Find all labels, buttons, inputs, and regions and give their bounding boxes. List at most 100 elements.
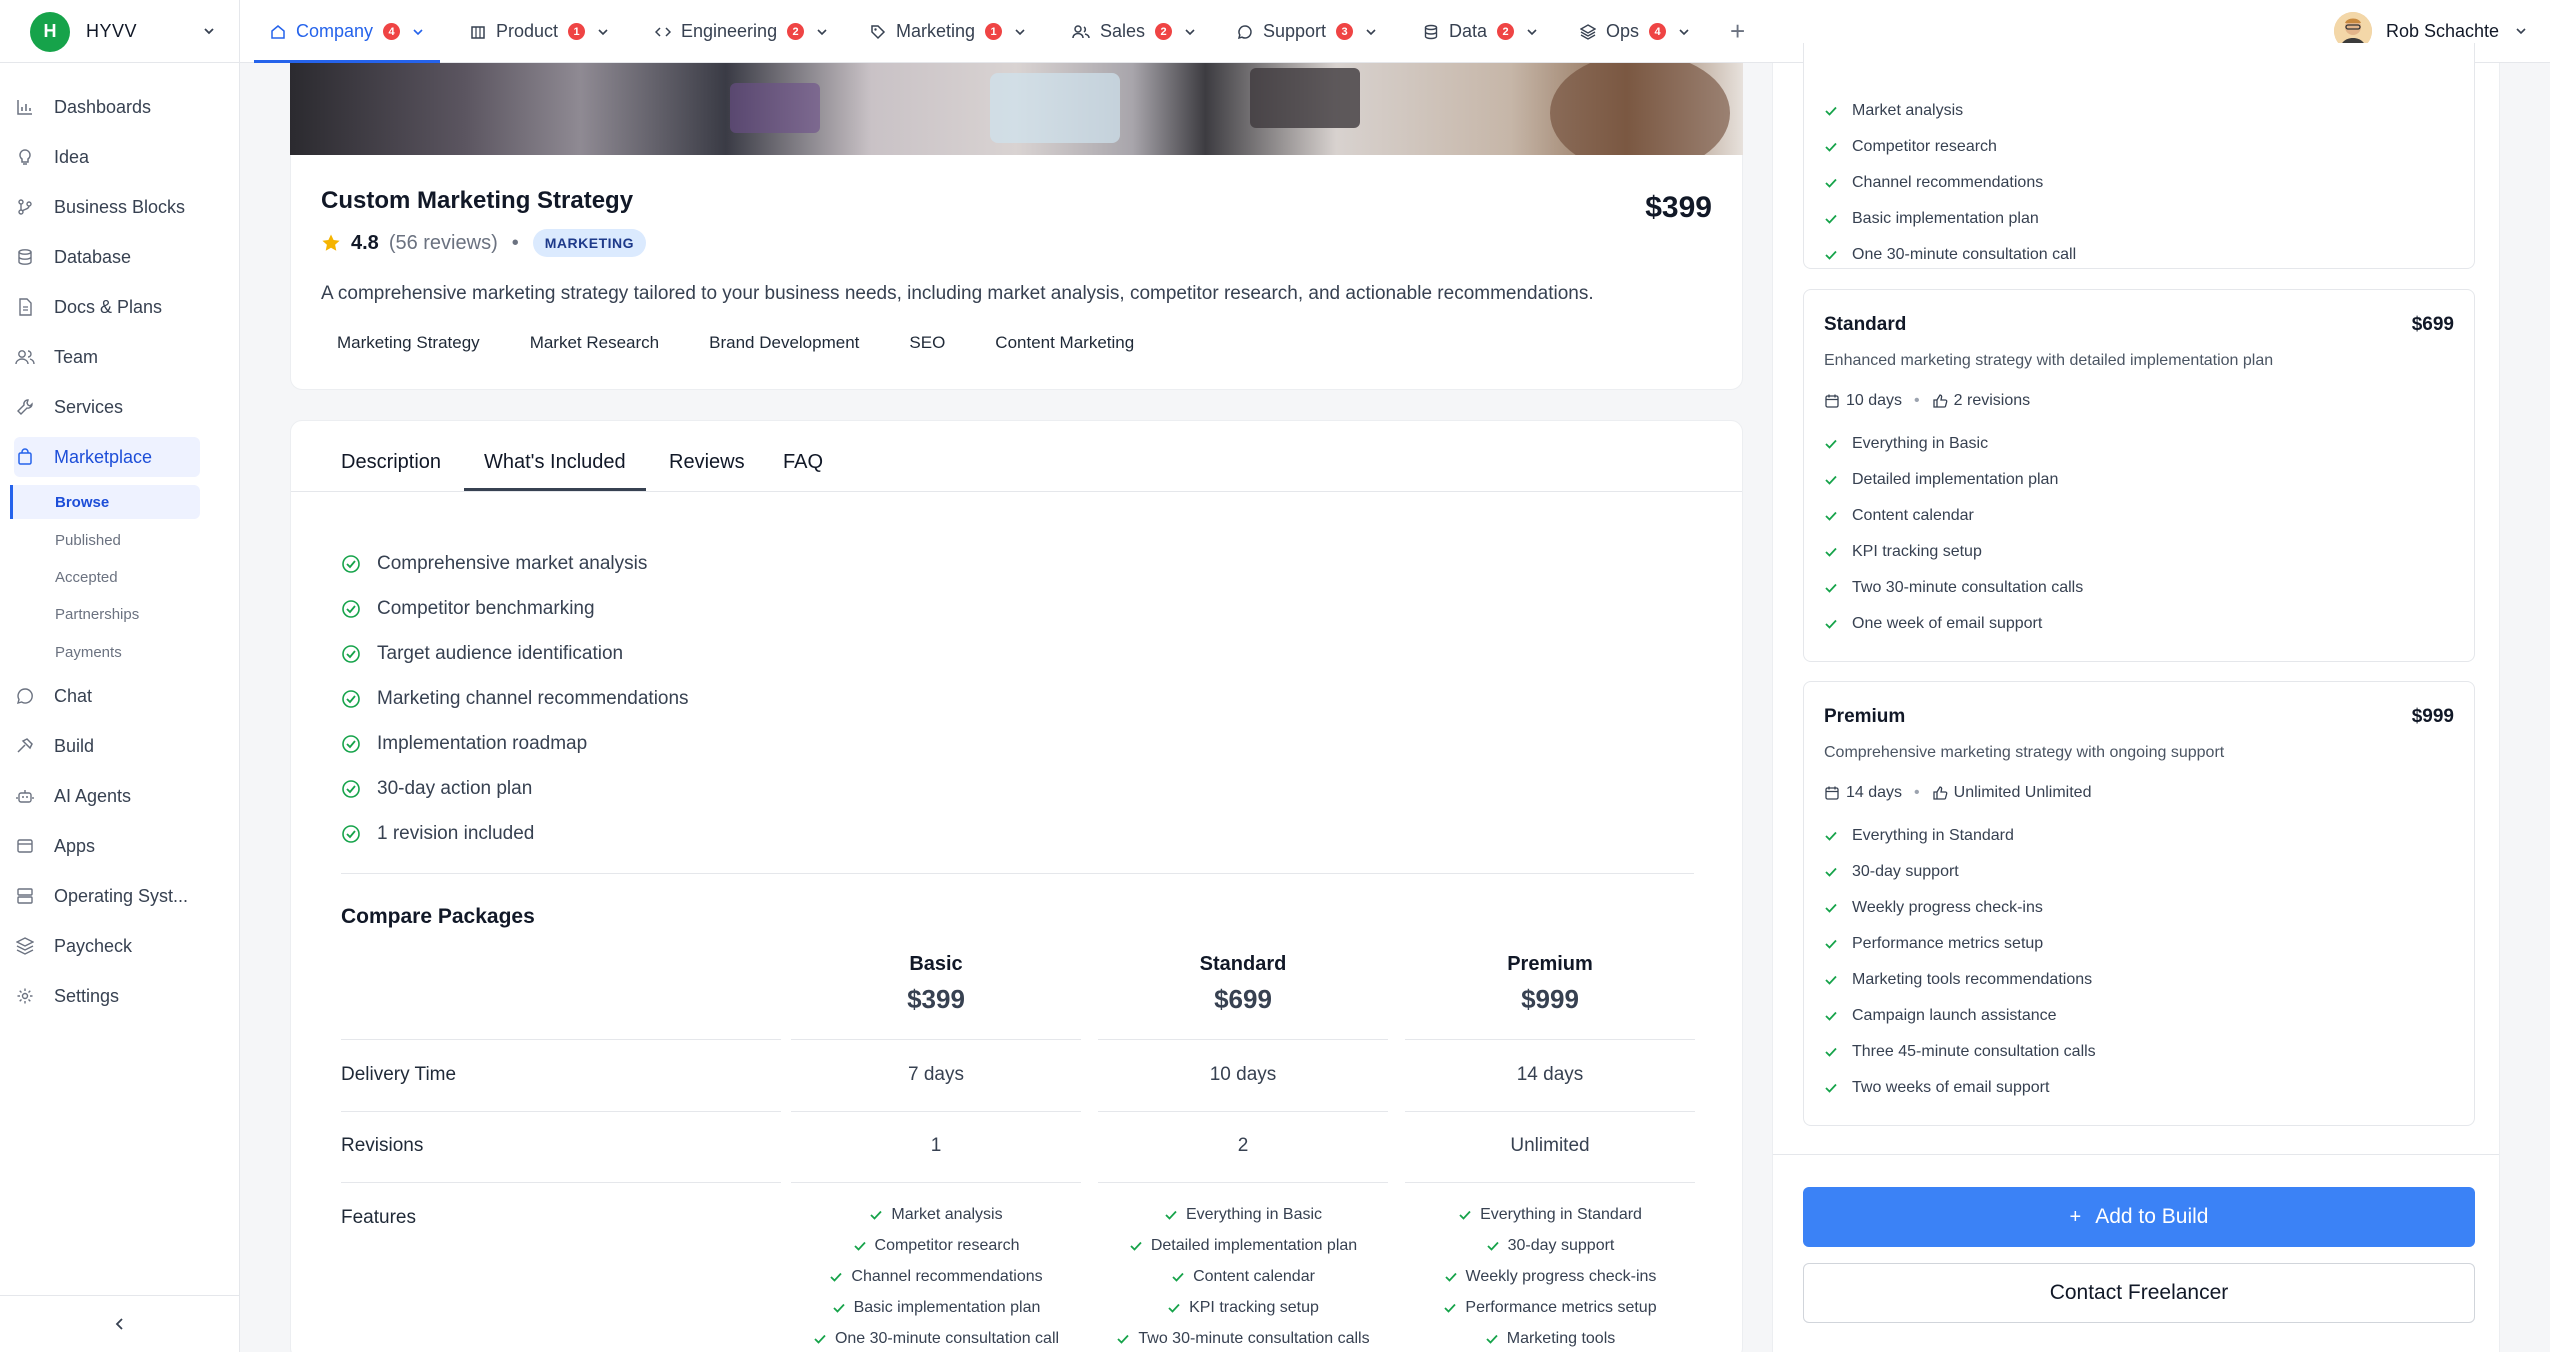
- list-item: Two 30-minute consultation calls: [1098, 1323, 1388, 1352]
- sidebar-item-docs-plans[interactable]: Docs & Plans: [14, 287, 200, 327]
- sidebar-sub-partnerships[interactable]: Partnerships: [10, 597, 200, 631]
- action-footer: + Add to Build Contact Freelancer: [1773, 1154, 2499, 1352]
- sidebar-item-build[interactable]: Build: [14, 726, 200, 766]
- collapse-sidebar-button[interactable]: [0, 1295, 240, 1352]
- check-icon: [1824, 509, 1838, 523]
- check-icon: [1824, 937, 1838, 951]
- package-card-premium[interactable]: Premium $999 Comprehensive marketing str…: [1803, 681, 2475, 1126]
- row-label-revisions: Revisions: [341, 1135, 424, 1156]
- nav-tab-marketing[interactable]: Marketing 1: [870, 0, 1026, 63]
- package-description: Enhanced marketing strategy with detaile…: [1824, 352, 2274, 369]
- tab-faq[interactable]: FAQ: [783, 451, 823, 474]
- user-name: Rob Schachte: [2386, 20, 2500, 41]
- separator: •: [511, 231, 519, 254]
- feature-label: One week of email support: [1852, 615, 2043, 632]
- list-item: KPI tracking setup: [1098, 1292, 1388, 1323]
- feature-list-standard: Everything in Basic Detailed implementat…: [1098, 1199, 1388, 1352]
- list-item: Weekly progress check-ins: [1824, 890, 2096, 926]
- list-item: Implementation roadmap: [341, 721, 689, 766]
- sidebar-item-team[interactable]: Team: [14, 337, 200, 377]
- check-icon: [1824, 473, 1838, 487]
- sidebar-item-paycheck[interactable]: Paycheck: [14, 926, 200, 966]
- feature-label: Detailed implementation plan: [1150, 1236, 1358, 1254]
- sidebar-item-dashboards[interactable]: Dashboards: [14, 87, 200, 127]
- list-item: Basic implementation plan: [791, 1292, 1081, 1323]
- review-count[interactable]: (56 reviews): [389, 232, 498, 255]
- feature-label: One 30-minute consultation call: [1852, 246, 2077, 263]
- compare-packages-title: Compare Packages: [341, 905, 535, 928]
- nav-tab-engineering[interactable]: Engineering 2: [655, 0, 828, 63]
- category-badge: MARKETING: [532, 229, 647, 257]
- tab-reviews[interactable]: Reviews: [669, 451, 745, 474]
- check-icon: [1824, 581, 1838, 595]
- package-card-standard[interactable]: Standard $699 Enhanced marketing strateg…: [1803, 289, 2475, 662]
- divider: [1405, 1039, 1695, 1040]
- included-item-label: Competitor benchmarking: [377, 597, 595, 619]
- list-item: Everything in Basic: [1824, 426, 2083, 462]
- tag-chip: Brand Development: [709, 333, 860, 352]
- package-price: $699: [2411, 314, 2454, 335]
- sidebar-item-apps[interactable]: Apps: [14, 826, 200, 866]
- sidebar-item-operating-system[interactable]: Operating Syst...: [14, 876, 200, 916]
- chevron-down-icon: [1365, 26, 1377, 38]
- list-item: Weekly progress check-ins: [1405, 1261, 1695, 1292]
- nav-tab-company[interactable]: Company 4: [253, 0, 441, 63]
- sidebar-item-services[interactable]: Services: [14, 387, 200, 427]
- check-icon: [1824, 104, 1838, 118]
- check-icon: [1167, 1301, 1181, 1315]
- sidebar-item-chat[interactable]: Chat: [14, 676, 200, 716]
- sidebar-sub-published[interactable]: Published: [10, 523, 200, 557]
- nav-tab-label: Sales: [1100, 21, 1146, 41]
- table-cell: 14 days: [1516, 1064, 1584, 1085]
- sidebar-sub-payments[interactable]: Payments: [10, 635, 200, 669]
- check-icon: [1116, 1332, 1130, 1346]
- tag-chip: SEO: [909, 333, 946, 352]
- list-item: Content calendar: [1824, 498, 2083, 534]
- sidebar-item-settings[interactable]: Settings: [14, 976, 200, 1016]
- check-icon: [829, 1270, 843, 1284]
- revision-count: 2 revisions: [1953, 392, 2031, 409]
- add-to-build-button[interactable]: + Add to Build: [1803, 1187, 2475, 1247]
- add-tab-button[interactable]: +: [1730, 18, 1745, 44]
- sidebar-sub-accepted[interactable]: Accepted: [10, 560, 200, 594]
- sidebar-item-idea[interactable]: Idea: [14, 137, 200, 177]
- list-item: One week of email support: [1824, 606, 2083, 642]
- nav-tab-data[interactable]: Data 2: [1423, 0, 1538, 63]
- sidebar-item-label: Team: [54, 346, 99, 367]
- list-item: Market analysis: [1824, 93, 2076, 129]
- notification-badge: 2: [787, 23, 805, 40]
- tab-description[interactable]: Description: [341, 451, 441, 474]
- workspace-switcher[interactable]: H HYVV: [0, 0, 240, 63]
- check-icon: [1824, 1081, 1838, 1095]
- package-feature-list: Market analysis Competitor research Chan…: [1824, 93, 2076, 273]
- package-name: Basic: [909, 953, 963, 975]
- list-item: 1 revision included: [341, 811, 689, 856]
- tab-whats-included[interactable]: What's Included: [464, 451, 646, 491]
- check-icon: [1824, 973, 1838, 987]
- check-circle-icon: [341, 644, 361, 664]
- sidebar-item-business-blocks[interactable]: Business Blocks: [14, 187, 200, 227]
- nav-tab-ops[interactable]: Ops 4: [1580, 0, 1690, 63]
- package-card-basic: Market analysis Competitor research Chan…: [1803, 43, 2475, 269]
- sidebar-item-ai-agents[interactable]: AI Agents: [14, 776, 200, 816]
- sidebar-sub-browse[interactable]: Browse: [10, 485, 200, 519]
- list-item: Content calendar: [1098, 1261, 1388, 1292]
- nav-tab-sales[interactable]: Sales 2: [1072, 0, 1196, 63]
- contact-freelancer-button[interactable]: Contact Freelancer: [1803, 1263, 2475, 1323]
- nav-tab-support[interactable]: Support 3: [1237, 0, 1377, 63]
- sidebar-item-label: Marketplace: [54, 446, 153, 467]
- sidebar-item-label: Paycheck: [54, 935, 133, 956]
- check-icon: [832, 1301, 846, 1315]
- check-icon: [1824, 617, 1838, 631]
- list-item: Detailed implementation plan: [1824, 462, 2083, 498]
- sidebar-item-marketplace[interactable]: Marketplace: [14, 437, 200, 477]
- row-label-features: Features: [341, 1207, 416, 1228]
- nav-tab-product[interactable]: Product 1: [470, 0, 609, 63]
- feature-label: Two 30-minute consultation calls: [1852, 579, 2084, 596]
- feature-label: Two 30-minute consultation calls: [1138, 1329, 1370, 1347]
- database-icon: [14, 248, 36, 266]
- separator: •: [1914, 392, 1920, 409]
- divider: [341, 1182, 781, 1183]
- sidebar-item-database[interactable]: Database: [14, 237, 200, 277]
- notification-badge: 1: [568, 23, 586, 40]
